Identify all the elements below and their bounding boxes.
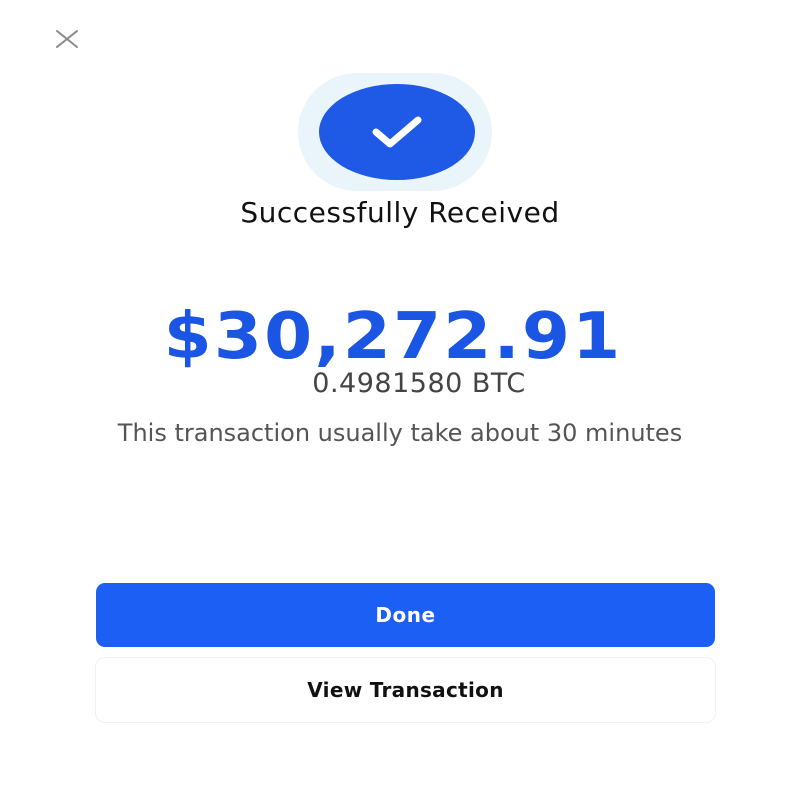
view-transaction-label: View Transaction (307, 678, 504, 702)
status-title: Successfully Received (240, 196, 560, 229)
transaction-success-screen: Successfully Received $30,272.91 0.49815… (0, 0, 800, 800)
fiat-amount: $30,272.91 (163, 300, 623, 374)
close-button[interactable] (52, 26, 82, 52)
done-button[interactable]: Done (96, 583, 715, 647)
success-badge (319, 84, 475, 180)
done-button-label: Done (375, 603, 436, 627)
checkmark-icon (372, 116, 422, 148)
crypto-amount: 0.4981580 BTC (312, 368, 526, 399)
view-transaction-button[interactable]: View Transaction (96, 658, 715, 722)
close-icon (56, 30, 78, 48)
transaction-note: This transaction usually take about 30 m… (117, 419, 683, 447)
